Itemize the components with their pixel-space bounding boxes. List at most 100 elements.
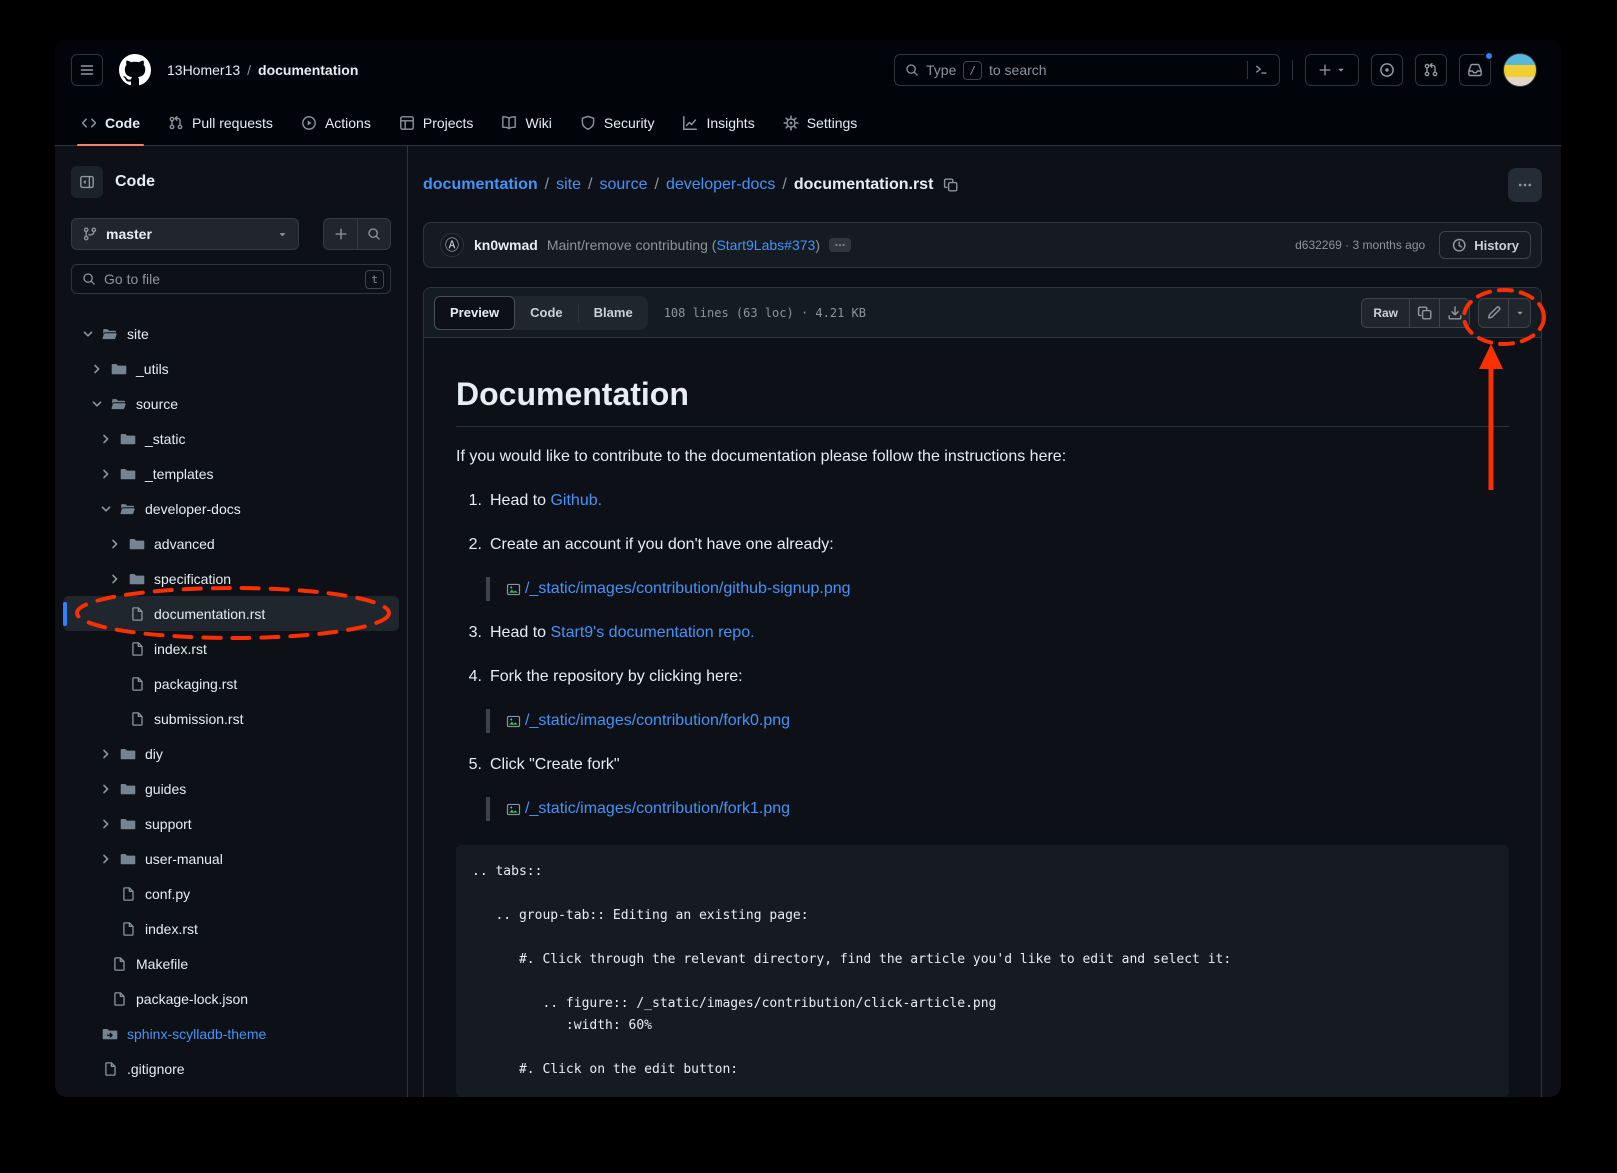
folder-open-icon — [120, 501, 136, 517]
git-branch-icon — [82, 226, 98, 242]
tab-actions[interactable]: Actions — [287, 100, 385, 145]
start9-docs-link[interactable]: Start9's documentation repo. — [550, 624, 754, 641]
tab-settings[interactable]: Settings — [769, 100, 872, 145]
raw-button[interactable]: Raw — [1361, 298, 1410, 328]
repo-link[interactable]: documentation — [258, 62, 358, 78]
breadcrumb-file-name: documentation.rst — [794, 176, 934, 194]
tree-item-package-lock-json[interactable]: package-lock.json — [63, 981, 399, 1016]
tab-blame[interactable]: Blame — [579, 296, 648, 330]
folder-icon — [111, 361, 127, 377]
file-view: Preview Code Blame 108 lines (63 loc) · … — [423, 287, 1542, 1097]
owner-link[interactable]: 13Homer13 — [167, 62, 240, 78]
tab-projects[interactable]: Projects — [385, 100, 488, 145]
tree-item-templates[interactable]: _templates — [63, 456, 399, 491]
tree-item-partial[interactable] — [63, 1086, 399, 1097]
tree-item-specification[interactable]: specification — [63, 561, 399, 596]
global-search-input[interactable]: Type / to search — [894, 54, 1280, 86]
tree-item-static[interactable]: _static — [63, 421, 399, 456]
chevron-right-icon — [107, 536, 123, 552]
image-link[interactable]: /_static/images/contribution/fork1.png — [525, 797, 790, 821]
global-menu-button[interactable] — [71, 54, 103, 86]
issue-opened-icon — [1379, 62, 1395, 78]
expand-commit-message-button[interactable] — [829, 238, 851, 252]
tab-wiki[interactable]: Wiki — [487, 100, 565, 145]
more-options-button[interactable] — [1508, 168, 1542, 202]
tree-item-source[interactable]: source — [63, 386, 399, 421]
pull-requests-button[interactable] — [1415, 54, 1447, 86]
tab-code[interactable]: Code — [67, 100, 154, 145]
edit-file-button[interactable] — [1478, 298, 1509, 328]
commit-message: Maint/remove contributing (Start9Labs#37… — [547, 237, 820, 253]
tree-item-guides[interactable]: guides — [63, 771, 399, 806]
create-new-button[interactable] — [1305, 54, 1359, 86]
github-link[interactable]: Github. — [550, 492, 602, 509]
new-file-button[interactable] — [324, 219, 357, 249]
tree-item-sphinx-scylladb-theme[interactable]: sphinx-scylladb-theme — [63, 1016, 399, 1051]
tree-item-diy[interactable]: diy — [63, 736, 399, 771]
list-item: 4. Fork the repository by clicking here: — [456, 665, 1509, 689]
breadcrumb-developer-docs-link[interactable]: developer-docs — [666, 176, 775, 194]
tree-item-gitignore[interactable]: .gitignore — [63, 1051, 399, 1086]
command-palette-icon[interactable] — [1255, 63, 1269, 77]
file-icon — [111, 956, 127, 972]
tree-item-packaging-rst[interactable]: packaging.rst — [63, 666, 399, 701]
image-blockquote: /_static/images/contribution/fork0.png — [486, 709, 1509, 733]
chevron-right-icon — [98, 746, 114, 762]
notification-dot — [1484, 51, 1494, 61]
list-item: 3. Head to Start9's documentation repo. — [456, 621, 1509, 645]
tree-item-support[interactable]: support — [63, 806, 399, 841]
file-tree: site _utils source _static — [55, 316, 407, 1097]
tree-item-documentation-rst[interactable]: documentation.rst — [63, 596, 399, 631]
tree-item-makefile[interactable]: Makefile — [63, 946, 399, 981]
tab-insights[interactable]: Insights — [668, 100, 768, 145]
caret-down-icon — [277, 229, 288, 240]
file-icon — [129, 711, 145, 727]
history-button[interactable]: History — [1439, 231, 1531, 259]
tab-pull-requests[interactable]: Pull requests — [154, 100, 287, 145]
tree-item-index-rst-source[interactable]: index.rst — [63, 911, 399, 946]
tree-item-developer-docs[interactable]: developer-docs — [63, 491, 399, 526]
user-avatar[interactable] — [1503, 53, 1537, 87]
branch-selector[interactable]: master — [71, 218, 299, 250]
chevron-down-icon — [80, 326, 96, 342]
ellipsis-icon — [834, 239, 846, 251]
tree-item-advanced[interactable]: advanced — [63, 526, 399, 561]
breadcrumb-repo-link[interactable]: documentation — [423, 176, 538, 194]
tree-item-site[interactable]: site — [63, 316, 399, 351]
tree-item-conf-py[interactable]: conf.py — [63, 876, 399, 911]
tree-item-index-rst[interactable]: index.rst — [63, 631, 399, 666]
download-raw-button[interactable] — [1440, 298, 1470, 328]
image-link[interactable]: /_static/images/contribution/github-sign… — [525, 577, 851, 601]
rendered-markdown: Documentation If you would like to contr… — [424, 338, 1541, 1097]
copy-path-button[interactable] — [943, 177, 959, 193]
issues-button[interactable] — [1371, 54, 1403, 86]
commit-author-avatar[interactable] — [440, 233, 464, 257]
tab-preview[interactable]: Preview — [434, 296, 515, 330]
inbox-button[interactable] — [1459, 54, 1491, 86]
commit-pr-link[interactable]: Start9Labs#373 — [716, 237, 815, 253]
commit-author-link[interactable]: kn0wmad — [474, 237, 538, 253]
tree-item-submission-rst[interactable]: submission.rst — [63, 701, 399, 736]
folder-icon — [120, 851, 136, 867]
breadcrumb-source-link[interactable]: source — [599, 176, 647, 194]
breadcrumb-site-link[interactable]: site — [556, 176, 581, 194]
code-icon — [81, 115, 97, 131]
file-tree-sidebar: Code master t — [55, 146, 408, 1097]
file-icon — [129, 676, 145, 692]
tab-file-code[interactable]: Code — [515, 296, 578, 330]
search-tree-button[interactable] — [357, 219, 390, 249]
folder-icon — [129, 571, 145, 587]
collapse-sidebar-button[interactable] — [71, 166, 103, 198]
list-item: 5. Click "Create fork" — [456, 753, 1509, 777]
image-link[interactable]: /_static/images/contribution/fork0.png — [525, 709, 790, 733]
history-clock-icon — [1451, 237, 1467, 253]
tree-item-utils[interactable]: _utils — [63, 351, 399, 386]
graph-icon — [682, 115, 698, 131]
tree-item-user-manual[interactable]: user-manual — [63, 841, 399, 876]
tab-security[interactable]: Security — [566, 100, 669, 145]
github-logo[interactable] — [119, 54, 151, 86]
copy-raw-button[interactable] — [1410, 298, 1440, 328]
edit-dropdown-button[interactable] — [1509, 298, 1531, 328]
go-to-file-input[interactable] — [104, 271, 357, 287]
download-icon — [1447, 305, 1463, 321]
